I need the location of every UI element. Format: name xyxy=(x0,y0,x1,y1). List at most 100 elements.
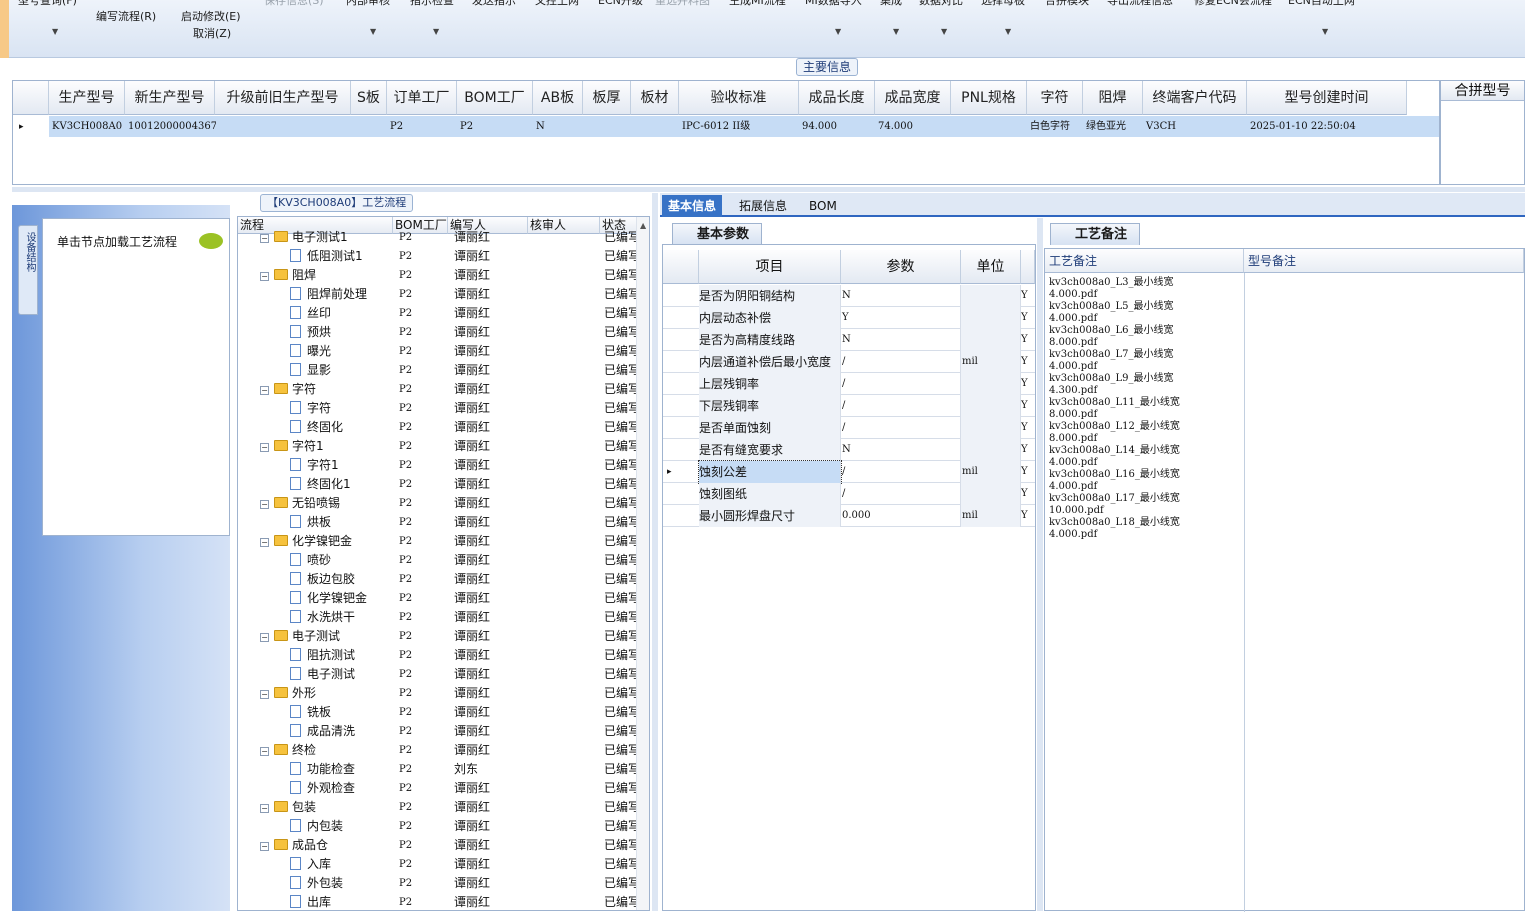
grid-cell[interactable]: 2025-01-10 22:50:04 xyxy=(1248,117,1408,137)
dropdown-caret-icon[interactable]: ▼ xyxy=(893,27,899,36)
col-header[interactable]: 升级前旧生产型号 xyxy=(215,81,351,115)
grid-cell[interactable]: V3CH xyxy=(1144,117,1248,137)
tree-row[interactable]: 字符 P2 谭丽红 已编写 xyxy=(238,399,638,418)
collapse-toggle-icon[interactable]: − xyxy=(260,500,269,509)
tree-row[interactable]: − 外形 P2 谭丽红 已编写 xyxy=(238,684,638,703)
tree-row[interactable]: 显影 P2 谭丽红 已编写 xyxy=(238,361,638,380)
ribbon-item-15[interactable]: 修复ECN会流程 xyxy=(1194,0,1272,8)
grid-cell[interactable]: 74.000 xyxy=(876,117,952,137)
param-value[interactable]: / xyxy=(841,483,961,505)
dropdown-caret-icon[interactable]: ▼ xyxy=(370,27,376,36)
ribbon-item-3[interactable]: 指示检查 xyxy=(410,0,454,8)
grid-cell[interactable]: 白色字符 xyxy=(1028,117,1084,137)
process-notes-text[interactable]: kv3ch008a0_L3_最小线宽 4.000.pdf kv3ch008a0_L5… xyxy=(1049,277,1229,541)
horizontal-splitter[interactable] xyxy=(12,187,1525,192)
grid-cell[interactable] xyxy=(352,117,388,137)
col-header[interactable]: 成品长度 xyxy=(799,81,875,115)
vertical-splitter[interactable] xyxy=(652,193,658,911)
col-header[interactable]: 字符 xyxy=(1027,81,1083,115)
param-value[interactable]: 0.000 xyxy=(841,505,961,527)
collapse-toggle-icon[interactable]: − xyxy=(260,272,269,281)
param-value[interactable]: / xyxy=(841,351,961,373)
grid-cell[interactable] xyxy=(632,117,680,137)
tree-row[interactable]: 成品清洗 P2 谭丽红 已编写 xyxy=(238,722,638,741)
tree-row[interactable]: 外包装 P2 谭丽红 已编写 xyxy=(238,874,638,893)
param-value[interactable]: N xyxy=(841,329,961,351)
tree-row[interactable]: 阻抗测试 P2 谭丽红 已编写 xyxy=(238,646,638,665)
ribbon-item-11[interactable]: 数据对比 xyxy=(919,0,963,8)
tree-row[interactable]: 丝印 P2 谭丽红 已编写 xyxy=(238,304,638,323)
tree-row[interactable]: − 成品仓 P2 谭丽红 已编写 xyxy=(238,836,638,855)
ribbon-item-16[interactable]: ECN自动上网 xyxy=(1288,0,1355,8)
col-header[interactable]: 成品宽度 xyxy=(875,81,951,115)
tree-row[interactable]: 外观检查 P2 谭丽红 已编写 xyxy=(238,779,638,798)
param-value[interactable]: N xyxy=(841,439,961,461)
tree-row[interactable]: − 电子测试1 P2 谭丽红 已编写 xyxy=(238,228,638,247)
param-value[interactable]: / xyxy=(841,417,961,439)
collapse-toggle-icon[interactable]: − xyxy=(260,842,269,851)
tree-row[interactable]: 曝光 P2 谭丽红 已编写 xyxy=(238,342,638,361)
col-header[interactable]: S板 xyxy=(351,81,387,115)
collapse-toggle-icon[interactable]: − xyxy=(260,234,269,243)
collapse-toggle-icon[interactable]: − xyxy=(260,386,269,395)
param-row[interactable]: 下层残铜率 / Y xyxy=(663,395,1035,417)
tree-row[interactable]: 入库 P2 谭丽红 已编写 xyxy=(238,855,638,874)
param-row[interactable]: 最小圆形焊盘尺寸 0.000 mil Y xyxy=(663,505,1035,527)
tree-row[interactable]: 预烘 P2 谭丽红 已编写 xyxy=(238,323,638,342)
dropdown-caret-icon[interactable]: ▼ xyxy=(52,27,58,36)
grid-cell[interactable] xyxy=(216,117,352,137)
dropdown-caret-icon[interactable]: ▼ xyxy=(941,27,947,36)
param-row[interactable]: 是否单面蚀刻 / Y xyxy=(663,417,1035,439)
param-value[interactable]: / xyxy=(841,373,961,395)
param-value[interactable]: N xyxy=(841,285,961,307)
cancel-button[interactable]: 取消(Z) xyxy=(193,25,231,41)
detail-tab[interactable]: BOM xyxy=(803,195,843,217)
ribbon-item-7[interactable]: 重选并料图 xyxy=(655,0,710,8)
tree-row[interactable]: 电子测试 P2 谭丽红 已编写 xyxy=(238,665,638,684)
param-row[interactable]: 内层通道补偿后最小宽度 / mil Y xyxy=(663,351,1035,373)
tree-row[interactable]: 化学镍钯金 P2 谭丽红 已编写 xyxy=(238,589,638,608)
tree-row[interactable]: − 阻焊 P2 谭丽红 已编写 xyxy=(238,266,638,285)
grid-cell[interactable]: 94.000 xyxy=(800,117,876,137)
tree-row[interactable]: 板边包胶 P2 谭丽红 已编写 xyxy=(238,570,638,589)
grid-cell[interactable]: 绿色亚光 xyxy=(1084,117,1144,137)
col-header[interactable]: 新生产型号 xyxy=(125,81,215,115)
ribbon-item-9[interactable]: MI数据导入 xyxy=(805,0,862,8)
ribbon-item-8[interactable]: 生成MI流程 xyxy=(729,0,786,8)
col-header[interactable]: 板材 xyxy=(631,81,679,115)
tree-row[interactable]: 终固化1 P2 谭丽红 已编写 xyxy=(238,475,638,494)
scroll-up-icon[interactable]: ▲ xyxy=(640,221,646,230)
param-row[interactable]: 内层动态补偿 Y Y xyxy=(663,307,1035,329)
ribbon-item-5[interactable]: 文控上网 xyxy=(535,0,579,8)
ribbon-item-2[interactable]: 内部审核 xyxy=(346,0,390,8)
param-value[interactable]: / xyxy=(841,395,961,417)
tree-row[interactable]: − 无铅喷锡 P2 谭丽红 已编写 xyxy=(238,494,638,513)
tree-row[interactable]: 阻焊前处理 P2 谭丽红 已编写 xyxy=(238,285,638,304)
param-value[interactable]: Y xyxy=(841,307,961,329)
ribbon-item-6[interactable]: ECN升级 xyxy=(598,0,643,8)
dropdown-caret-icon[interactable]: ▼ xyxy=(835,27,841,36)
dropdown-caret-icon[interactable]: ▼ xyxy=(1005,27,1011,36)
edit-flow-button[interactable]: 编写流程(R) xyxy=(96,8,156,24)
tree-row[interactable]: 水洗烘干 P2 谭丽红 已编写 xyxy=(238,608,638,627)
param-row[interactable]: 上层残铜率 / Y xyxy=(663,373,1035,395)
col-header[interactable]: 型号创建时间 xyxy=(1247,81,1407,115)
collapse-toggle-icon[interactable]: − xyxy=(260,538,269,547)
param-value[interactable]: / xyxy=(841,461,961,483)
equipment-structure-tab[interactable]: 设备结构 xyxy=(18,225,38,315)
grid-cell[interactable]: P2 xyxy=(458,117,534,137)
col-header[interactable]: 验收标准 xyxy=(679,81,799,115)
col-header[interactable]: 终端客户代码 xyxy=(1143,81,1247,115)
process-notes-tab[interactable]: 工艺备注 xyxy=(1050,223,1141,245)
grid-cell[interactable] xyxy=(952,117,1028,137)
param-row[interactable]: 是否为阴阳铜结构 N Y xyxy=(663,285,1035,307)
ribbon-item-0[interactable]: 型号查询(F) xyxy=(18,0,77,8)
collapse-toggle-icon[interactable]: − xyxy=(260,804,269,813)
tree-row[interactable]: 烘板 P2 谭丽红 已编写 xyxy=(238,513,638,532)
ribbon-item-13[interactable]: 合拼模块 xyxy=(1045,0,1089,8)
tree-vertical-scrollbar[interactable]: ▲ xyxy=(636,217,649,910)
ribbon-item-4[interactable]: 发送指示 xyxy=(472,0,516,8)
dropdown-caret-icon[interactable]: ▼ xyxy=(433,27,439,36)
detail-tab[interactable]: 基本信息 xyxy=(662,195,723,217)
tree-row[interactable]: − 字符1 P2 谭丽红 已编写 xyxy=(238,437,638,456)
